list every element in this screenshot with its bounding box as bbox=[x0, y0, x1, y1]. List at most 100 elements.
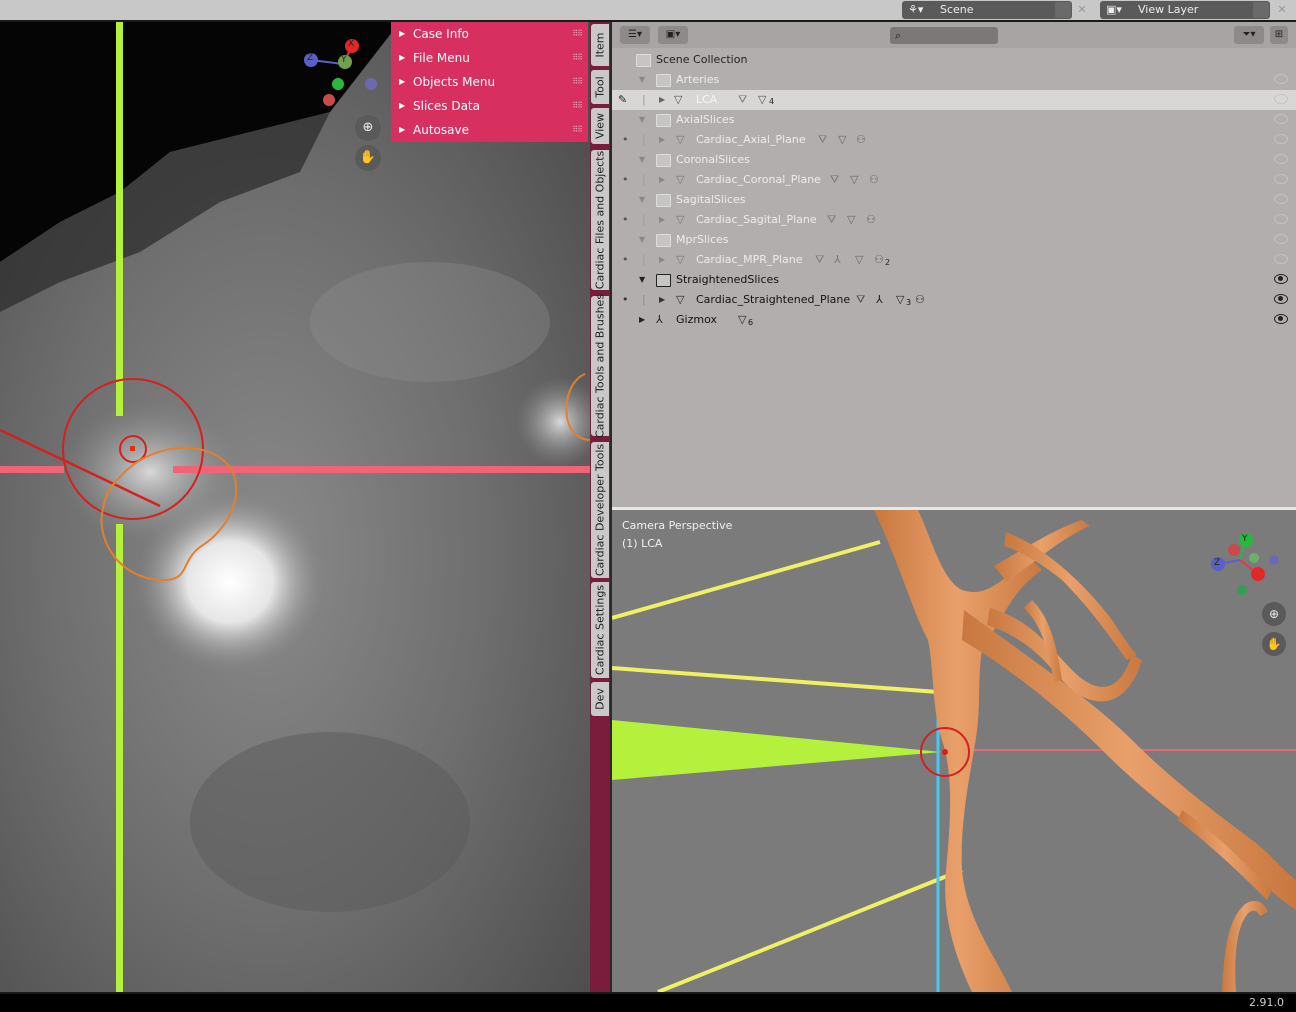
mesh-object-icon: ▽ bbox=[676, 173, 685, 186]
3d-viewport[interactable]: Camera Perspective (1) LCA Y Z ⊕ ✋ bbox=[612, 510, 1296, 992]
expand-arrow-icon[interactable]: ▶ bbox=[659, 130, 665, 150]
expand-arrow-icon: ▶ bbox=[399, 101, 406, 110]
visibility-eye-icon[interactable] bbox=[1274, 274, 1288, 284]
camera-icon: ⚇ bbox=[874, 253, 884, 266]
row-label: CoronalSlices bbox=[676, 153, 750, 166]
panel-slices-data[interactable]: ▶ Slices Data ⠿⠿ bbox=[391, 94, 588, 118]
row-label: Cardiac_Sagital_Plane bbox=[696, 213, 817, 226]
expand-arrow-icon[interactable]: ▶ bbox=[659, 210, 665, 230]
panel-autosave[interactable]: ▶ Autosave ⠿⠿ bbox=[391, 118, 588, 142]
panel-case-info[interactable]: ▶ Case Info ⠿⠿ bbox=[391, 22, 588, 46]
expand-arrow-icon[interactable]: ▶ bbox=[659, 170, 665, 190]
outliner-header: ☰▾ ▣▾ ⌕ ⏷▾ ⊞ bbox=[612, 22, 1296, 48]
gizmo-y-label: Y bbox=[1242, 534, 1248, 544]
outliner-row-mprslices[interactable]: ▼ MprSlices bbox=[612, 230, 1296, 250]
visibility-eye-icon[interactable] bbox=[1274, 194, 1288, 204]
scene-selector[interactable]: ⚘▾ Scene bbox=[902, 1, 1072, 19]
drag-grip-icon[interactable]: ⠿⠿ bbox=[572, 22, 583, 46]
eyedropper-icon[interactable]: ✎ bbox=[618, 90, 627, 110]
panel-file-menu[interactable]: ▶ File Menu ⠿⠿ bbox=[391, 46, 588, 70]
tab-cardiac-files-and-objects[interactable]: Cardiac Files and Objects bbox=[591, 150, 609, 290]
visibility-eye-icon[interactable] bbox=[1274, 234, 1288, 244]
nav-gizmo-3d[interactable]: Y Z bbox=[1208, 520, 1288, 600]
drag-grip-icon[interactable]: ⠿⠿ bbox=[572, 70, 583, 94]
outliner-row-cardiac-straightened-plane[interactable]: • | ▶ ▽ Cardiac_Straightened_Plane ⛛ ⅄ ▽… bbox=[612, 290, 1296, 310]
outliner-row-cardiac-coronal-plane[interactable]: • | ▶ ▽ Cardiac_Coronal_Plane ⛛ ▽ ⚇ bbox=[612, 170, 1296, 190]
outliner-row-gizmox[interactable]: ▶ ⅄ Gizmox ▽ 6 bbox=[612, 310, 1296, 330]
view-layer-selector[interactable]: ▣▾ View Layer bbox=[1100, 1, 1270, 19]
tab-label: Cardiac Developer Tools bbox=[593, 443, 607, 577]
visibility-eye-icon[interactable] bbox=[1274, 74, 1288, 84]
collapse-arrow-icon[interactable]: ▼ bbox=[639, 190, 645, 210]
nav-gizmo[interactable]: X Z Y bbox=[296, 34, 386, 124]
empty-axes-icon: ⅄ bbox=[834, 253, 841, 266]
tab-cardiac-settings[interactable]: Cardiac Settings bbox=[591, 582, 609, 678]
collapse-arrow-icon[interactable]: ▼ bbox=[639, 70, 645, 90]
camera-icon: ⚇ bbox=[856, 133, 866, 146]
modifier-icon: ▽ bbox=[850, 173, 859, 186]
visibility-eye-icon[interactable] bbox=[1274, 174, 1288, 184]
drag-grip-icon[interactable]: ⠿⠿ bbox=[572, 94, 583, 118]
outliner-row-cardiac-axial-plane[interactable]: • | ▶ ▽ Cardiac_Axial_Plane ⛛ ▽ ⚇ bbox=[612, 130, 1296, 150]
row-label: Arteries bbox=[676, 73, 720, 86]
drag-grip-icon[interactable]: ⠿⠿ bbox=[572, 118, 583, 142]
drag-grip-icon[interactable]: ⠿⠿ bbox=[572, 46, 583, 70]
visibility-eye-icon[interactable] bbox=[1274, 154, 1288, 164]
slice-viewport[interactable]: X Z Y ⊕ ✋ bbox=[0, 22, 590, 992]
scene-new-button[interactable] bbox=[1055, 2, 1071, 18]
slice-line-1 bbox=[612, 540, 881, 620]
outliner-row-cardiac-sagital-plane[interactable]: • | ▶ ▽ Cardiac_Sagital_Plane ⛛ ▽ ⚇ bbox=[612, 210, 1296, 230]
expand-arrow-icon[interactable]: ▶ bbox=[659, 250, 665, 270]
visibility-eye-icon[interactable] bbox=[1274, 134, 1288, 144]
zoom-icon[interactable]: ⊕ bbox=[1262, 602, 1286, 626]
tab-label: Dev bbox=[593, 688, 607, 710]
collapse-arrow-icon[interactable]: ▼ bbox=[639, 150, 645, 170]
vessel-contour bbox=[100, 446, 238, 582]
outliner-row-arteries[interactable]: ▼ Arteries bbox=[612, 70, 1296, 90]
visibility-eye-icon[interactable] bbox=[1274, 94, 1288, 104]
tab-item[interactable]: Item bbox=[591, 24, 609, 66]
filter-dropdown[interactable]: ⏷▾ bbox=[1234, 26, 1264, 44]
expand-arrow-icon[interactable]: ▶ bbox=[659, 90, 665, 110]
search-input[interactable]: ⌕ bbox=[890, 27, 998, 44]
outliner-row-cardiac-mpr-plane[interactable]: • | ▶ ▽ Cardiac_MPR_Plane ⛛ ⅄ ▽ ⚇ 2 bbox=[612, 250, 1296, 270]
outliner-row-scene-collection[interactable]: Scene Collection bbox=[612, 50, 1296, 70]
collection-icon bbox=[636, 54, 651, 67]
collapse-arrow-icon[interactable]: ▼ bbox=[639, 110, 645, 130]
outliner-row-sagitalslices[interactable]: ▼ SagitalSlices bbox=[612, 190, 1296, 210]
camera-icon: ⚇ bbox=[869, 173, 879, 186]
tab-dev[interactable]: Dev bbox=[591, 682, 609, 716]
tree-line: | bbox=[642, 133, 646, 146]
view-layer-new-button[interactable] bbox=[1253, 2, 1269, 18]
modifier-icon: ▽ bbox=[896, 293, 905, 306]
tab-cardiac-tools-and-brushes[interactable]: Cardiac Tools and Brushes bbox=[591, 294, 609, 438]
pan-hand-icon[interactable]: ✋ bbox=[355, 145, 381, 171]
zoom-icon[interactable]: ⊕ bbox=[355, 115, 381, 141]
visibility-eye-icon[interactable] bbox=[1274, 214, 1288, 224]
outliner-row-coronalslices[interactable]: ▼ CoronalSlices bbox=[612, 150, 1296, 170]
outliner-row-straightenedslices[interactable]: ▼ StraightenedSlices bbox=[612, 270, 1296, 290]
scene-close-icon[interactable]: ✕ bbox=[1074, 2, 1090, 18]
visibility-eye-icon[interactable] bbox=[1274, 254, 1288, 264]
outliner-row-axialslices[interactable]: ▼ AxialSlices bbox=[612, 110, 1296, 130]
new-collection-button[interactable]: ⊞ bbox=[1270, 26, 1288, 44]
visibility-eye-icon[interactable] bbox=[1274, 114, 1288, 124]
collapse-arrow-icon[interactable]: ▼ bbox=[639, 230, 645, 250]
expand-arrow-icon[interactable]: ▶ bbox=[639, 310, 645, 330]
tab-tool[interactable]: Tool bbox=[591, 70, 609, 104]
view-layer-close-icon[interactable]: ✕ bbox=[1274, 2, 1290, 18]
tab-view[interactable]: View bbox=[591, 108, 609, 144]
child-count-badge: 6 bbox=[748, 318, 754, 327]
visibility-eye-icon[interactable] bbox=[1274, 294, 1288, 304]
collapse-arrow-icon[interactable]: ▼ bbox=[639, 270, 645, 290]
display-mode-dropdown[interactable]: ☰▾ bbox=[620, 26, 650, 44]
filter-type-dropdown[interactable]: ▣▾ bbox=[658, 26, 688, 44]
gizmo-y-label: Y bbox=[341, 55, 347, 65]
expand-arrow-icon[interactable]: ▶ bbox=[659, 290, 665, 310]
pan-hand-icon[interactable]: ✋ bbox=[1262, 632, 1286, 656]
bullet-dot: • bbox=[622, 253, 629, 266]
panel-objects-menu[interactable]: ▶ Objects Menu ⠿⠿ bbox=[391, 70, 588, 94]
outliner-row-lca[interactable]: ✎ | ▶ ▽ LCA ⛛ ▽ 4 bbox=[612, 90, 1296, 110]
visibility-eye-icon[interactable] bbox=[1274, 314, 1288, 324]
tab-cardiac-developer-tools[interactable]: Cardiac Developer Tools bbox=[591, 442, 609, 578]
